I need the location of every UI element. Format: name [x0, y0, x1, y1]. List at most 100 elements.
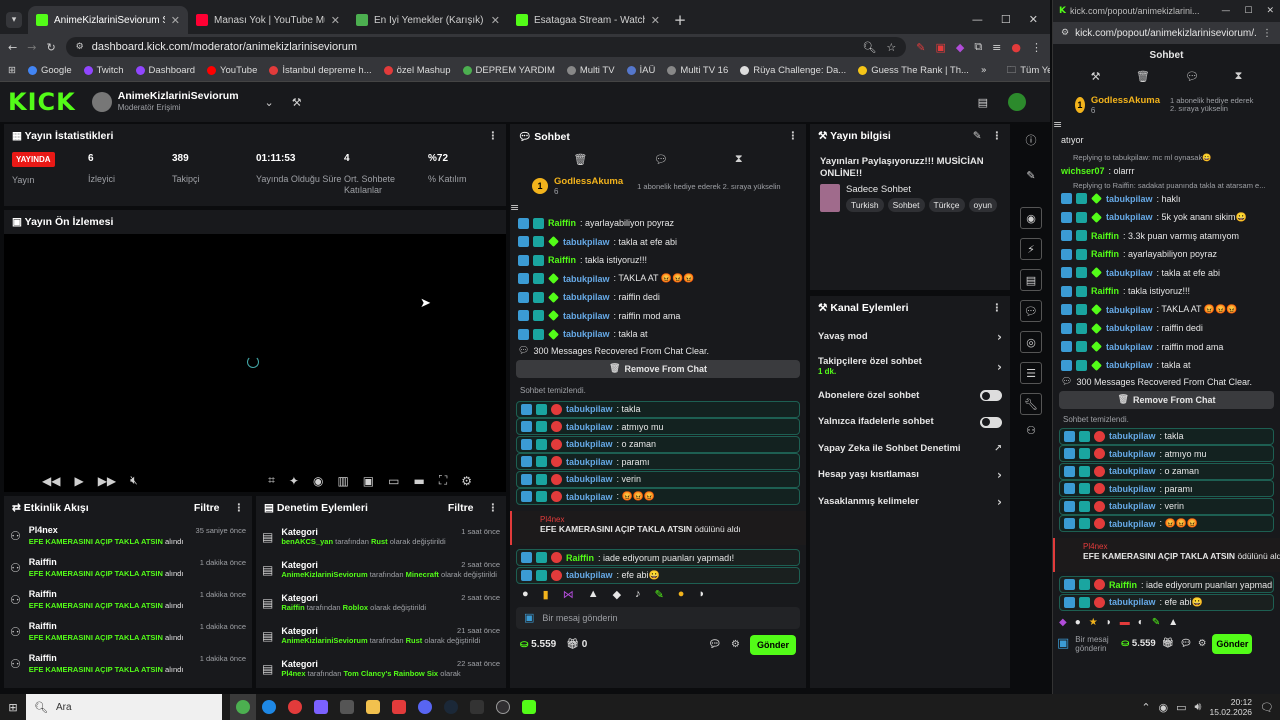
list-icon[interactable]: ☰: [1020, 362, 1042, 384]
stats-icon[interactable]: ▥: [337, 473, 348, 488]
extension-video-icon[interactable]: ▣: [935, 41, 945, 54]
chat-username[interactable]: Raiffin: [1091, 231, 1119, 241]
chat-username[interactable]: Raiffin: [548, 255, 576, 265]
chat-username[interactable]: Raiffin: [566, 553, 594, 563]
popout-emote-8[interactable]: ▲: [1168, 617, 1178, 628]
channel-action-item[interactable]: Yavaş mod ›: [818, 324, 1002, 351]
popout-options-icon[interactable]: 💬︎: [1180, 638, 1192, 649]
tab-close-icon[interactable]: ✕: [171, 14, 180, 27]
stream-tag[interactable]: Türkçe: [928, 198, 965, 212]
chat-menu-icon[interactable]: ⋮: [788, 130, 799, 142]
theater-icon[interactable]: ▭: [388, 473, 399, 488]
chat-username[interactable]: tabukpilaw: [1109, 484, 1156, 494]
taskbar-search[interactable]: 🔍︎ Ara: [26, 694, 222, 720]
fullscreen-icon[interactable]: ⛶: [439, 473, 447, 488]
activity-filter-button[interactable]: Filtre: [194, 502, 220, 514]
popout-send-button[interactable]: Gönder: [1212, 633, 1253, 654]
popout-settings-icon[interactable]: ⚙: [1198, 638, 1207, 649]
store-icon[interactable]: [334, 694, 360, 720]
url-field[interactable]: ⚙ dashboard.kick.com/moderator/animekizl…: [65, 37, 907, 57]
browser-tab[interactable]: AnimeKizlariniSeviorum Stream ✕: [28, 6, 188, 34]
emote-5[interactable]: ◆: [613, 588, 621, 601]
chat-username[interactable]: tabukpilaw: [566, 404, 613, 414]
discord-icon[interactable]: [412, 694, 438, 720]
bookmark-item[interactable]: Twitch: [83, 65, 124, 76]
hourglass-icon[interactable]: ⧗: [735, 152, 743, 166]
epic-icon[interactable]: [464, 694, 490, 720]
camera-icon[interactable]: ◉: [1020, 207, 1042, 229]
bookmark-item[interactable]: özel Mashup: [383, 65, 451, 76]
emote-1[interactable]: ●: [522, 588, 529, 601]
all-bookmarks-folder[interactable]: 🗀 Tüm Yer İşaretleri: [1007, 63, 1050, 79]
mute-icon[interactable]: 🔇︎: [130, 473, 138, 488]
back-icon[interactable]: ←: [8, 41, 17, 54]
browser-menu-icon[interactable]: ⋮: [1031, 41, 1042, 54]
notifications-icon[interactable]: 🗨︎: [1260, 701, 1274, 714]
chat-username[interactable]: tabukpilaw: [1109, 597, 1156, 607]
connections-icon[interactable]: ⚇: [1026, 424, 1036, 437]
chat-username[interactable]: tabukpilaw: [1109, 431, 1156, 441]
send-button[interactable]: Gönder: [750, 634, 796, 655]
popout-gift-icon[interactable]: 🎁︎: [1162, 638, 1174, 649]
bookmark-item[interactable]: YouTube: [207, 65, 257, 76]
chat-username[interactable]: tabukpilaw: [563, 274, 610, 284]
clip-icon[interactable]: ◉: [313, 473, 323, 488]
explorer-icon[interactable]: [360, 694, 386, 720]
tab-close-icon[interactable]: ✕: [491, 14, 500, 27]
stream-tag[interactable]: Sohbet: [887, 198, 925, 212]
chevron-right-icon[interactable]: ›: [997, 495, 1002, 509]
info-icon[interactable]: ⓘ: [1026, 132, 1037, 148]
new-tab-icon[interactable]: +: [668, 6, 692, 34]
broadcast-icon[interactable]: ◎: [1020, 331, 1042, 353]
site-info-icon[interactable]: ⚙: [76, 42, 84, 52]
chat-username[interactable]: tabukpilaw: [563, 311, 610, 321]
chevron-right-icon[interactable]: ›: [997, 330, 1002, 344]
channel-actions-menu-icon[interactable]: ⋮: [992, 302, 1003, 314]
bookmark-item[interactable]: Rüya Challenge: Da...: [740, 65, 846, 76]
activity-user[interactable]: Raiffin: [29, 589, 57, 600]
channel-action-item[interactable]: Yalnızca ifadelerle sohbet: [818, 409, 1002, 436]
chat-username[interactable]: tabukpilaw: [566, 422, 613, 432]
kick-logo[interactable]: KICK: [8, 88, 76, 116]
close-window-icon[interactable]: ✕: [1029, 13, 1038, 26]
activity-user[interactable]: Raiffin: [29, 557, 57, 568]
chat-username[interactable]: tabukpilaw: [1106, 212, 1153, 222]
edit-icon[interactable]: ✎: [973, 130, 982, 142]
edge-icon[interactable]: [256, 694, 282, 720]
rewind-icon[interactable]: ◀◀: [42, 473, 60, 488]
settings-icon[interactable]: ⚙: [461, 473, 472, 488]
remove-from-chat-button[interactable]: 🗑︎ Remove From Chat: [516, 359, 800, 378]
tab-search-icon[interactable]: ▾: [6, 12, 22, 28]
chat-username[interactable]: tabukpilaw: [566, 439, 613, 449]
lightning-icon[interactable]: ⚡︎: [1020, 238, 1042, 260]
emote-2[interactable]: ▮: [543, 588, 549, 601]
popout-line1-user[interactable]: wichser07: [1061, 166, 1105, 176]
wide-icon[interactable]: ▬: [413, 473, 424, 488]
play-icon[interactable]: ▶: [74, 473, 83, 488]
windows-start-icon[interactable]: ⊞: [0, 694, 26, 720]
minimize-icon[interactable]: —: [972, 13, 983, 26]
opera-icon[interactable]: [282, 694, 308, 720]
activity-user[interactable]: Pl4nex: [29, 525, 58, 536]
popout-mod-icon[interactable]: ⚒: [1091, 69, 1101, 83]
chat-options-icon[interactable]: 💬︎: [708, 639, 721, 650]
chat-bubble-icon[interactable]: 💬︎: [654, 153, 668, 166]
steam-icon[interactable]: [438, 694, 464, 720]
channel-action-item[interactable]: Takipçilere özel sohbet 1 dk. ›: [818, 351, 1002, 383]
activity-user[interactable]: Raiffin: [29, 653, 57, 664]
chat-username[interactable]: Raiffin: [1091, 286, 1119, 296]
emote-3[interactable]: ⋈: [563, 588, 574, 601]
popout-expand-icon[interactable]: ≡: [1053, 118, 1062, 131]
popout-points[interactable]: ⛀ 5.559: [1121, 638, 1155, 649]
extensions-icon[interactable]: ⧉: [974, 40, 982, 54]
forward-icon[interactable]: →: [27, 41, 36, 54]
media-icon[interactable]: ≡: [992, 41, 1001, 54]
audit-menu-icon[interactable]: ⋮: [488, 502, 499, 514]
obs-icon[interactable]: [490, 694, 516, 720]
activity-menu-icon[interactable]: ⋮: [234, 502, 245, 514]
popout-menu-icon[interactable]: ⋮: [1262, 28, 1272, 39]
taskbar-clock[interactable]: 20:12 15.02.2026: [1209, 697, 1252, 717]
kick-emote-icon[interactable]: ▣: [524, 611, 534, 624]
sparkle-icon[interactable]: ✦: [289, 473, 299, 488]
channel-action-item[interactable]: Abonelere özel sohbet: [818, 383, 1002, 410]
